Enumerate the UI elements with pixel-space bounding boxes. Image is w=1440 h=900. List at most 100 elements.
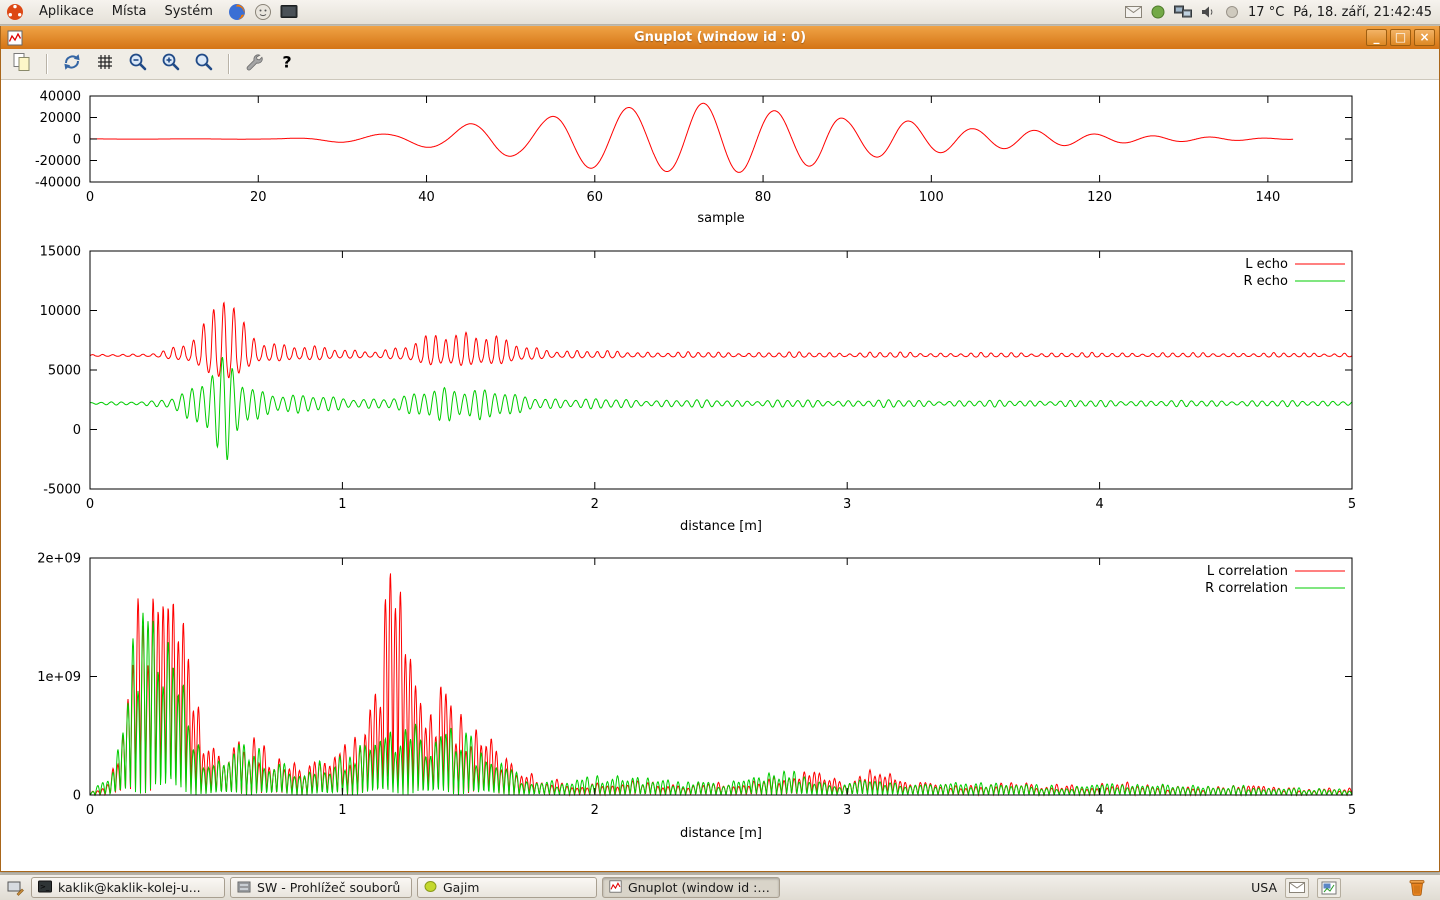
gnuplot-window-icon [7, 30, 23, 46]
x-tick-label: 40 [418, 190, 435, 205]
legend: L echoR echo [1243, 257, 1345, 289]
gajim-icon [424, 880, 437, 896]
x-tick-label: 2 [591, 803, 599, 818]
help-icon: ? [276, 51, 298, 77]
menu-system[interactable]: Systém [155, 0, 221, 25]
chart-echo[interactable]: 012345-5000050001000015000distance [m]L … [1, 238, 1439, 544]
window-controls: _ □ × [1366, 29, 1435, 46]
mail-tray-icon[interactable] [1285, 878, 1309, 898]
previous-zoom-button[interactable] [125, 51, 151, 77]
y-tick-label: -40000 [35, 176, 81, 191]
zoom-out-magnifier-icon [127, 51, 149, 77]
close-button[interactable]: × [1414, 29, 1435, 46]
next-zoom-button[interactable] [158, 51, 184, 77]
x-tick-label: 80 [755, 190, 772, 205]
plot-canvas[interactable]: 020406080100120140-40000-200000200004000… [1, 80, 1439, 871]
task-label: kaklik@kaklik-kolej-u... [58, 880, 201, 895]
keyboard-layout-label[interactable]: USA [1251, 880, 1277, 895]
svg-text:>_: >_ [40, 883, 50, 891]
gnuplot-icon [609, 880, 622, 896]
firefox-launcher-icon[interactable] [228, 3, 246, 21]
maximize-button[interactable]: □ [1390, 29, 1411, 46]
copy-to-clipboard-button[interactable] [9, 51, 35, 77]
x-tick-label: 0 [86, 190, 94, 205]
task-label: SW - Prohlížeč souborů [257, 880, 400, 895]
menu-places[interactable]: Místa [103, 0, 156, 25]
y-tick-label: 0 [73, 789, 81, 804]
file-manager-icon [237, 880, 251, 896]
network-monitors-icon[interactable] [1174, 5, 1192, 19]
task-button-file-browser[interactable]: SW - Prohlížeč souborů [230, 877, 412, 898]
mail-notification-icon[interactable] [1125, 6, 1142, 18]
show-desktop-button[interactable] [5, 880, 26, 896]
series-l-echo [90, 303, 1352, 378]
top-panel: Aplikace Místa Systém 17 °C Pá, 18. září… [0, 0, 1440, 25]
software-update-icon[interactable] [1151, 5, 1165, 19]
legend-label: R correlation [1205, 581, 1288, 596]
x-tick-label: 3 [843, 803, 851, 818]
x-axis-label: sample [697, 211, 744, 226]
task-button-gnuplot[interactable]: Gnuplot (window id : 0) [602, 877, 780, 898]
series-r-correlation [90, 613, 1352, 795]
autoscale-button[interactable] [191, 51, 217, 77]
svg-text:?: ? [282, 53, 291, 72]
y-tick-label: 15000 [40, 245, 81, 260]
chart-sample-waveform[interactable]: 020406080100120140-40000-200000200004000… [1, 86, 1439, 238]
ubuntu-logo-icon[interactable] [0, 3, 30, 21]
series-r-echo [90, 357, 1352, 459]
help-button[interactable]: ? [274, 51, 300, 77]
y-tick-label: 2e+09 [37, 552, 81, 567]
zoom-autoscale-magnifier-icon [193, 51, 215, 77]
configure-button[interactable] [241, 51, 267, 77]
y-tick-label: -5000 [43, 483, 81, 498]
x-tick-label: 100 [919, 190, 944, 205]
task-button-gajim[interactable]: Gajim [417, 877, 597, 898]
x-tick-label: 1 [338, 803, 346, 818]
x-tick-label: 4 [1095, 803, 1103, 818]
x-tick-label: 120 [1087, 190, 1112, 205]
volume-icon[interactable] [1201, 5, 1216, 19]
terminal-icon: >_ [38, 880, 52, 896]
y-tick-label: 0 [73, 423, 81, 438]
y-tick-label: 10000 [40, 304, 81, 319]
weather-icon[interactable] [1225, 5, 1239, 19]
menu-applications[interactable]: Aplikace [30, 0, 103, 25]
y-tick-label: 40000 [40, 90, 81, 105]
zoom-in-magnifier-icon [160, 51, 182, 77]
legend: L correlation R correlation [1205, 564, 1345, 596]
terminal-launcher-icon[interactable] [280, 4, 298, 20]
grid-icon [94, 51, 116, 77]
legend-label: R echo [1243, 274, 1288, 289]
x-tick-label: 5 [1348, 497, 1356, 512]
y-tick-label: 0 [73, 133, 81, 148]
x-tick-label: 20 [250, 190, 267, 205]
toggle-grid-button[interactable] [92, 51, 118, 77]
toolbar-separator [46, 54, 48, 74]
x-tick-label: 1 [338, 497, 346, 512]
wrench-icon [243, 51, 265, 77]
minimize-button[interactable]: _ [1366, 29, 1387, 46]
titlebar[interactable]: Gnuplot (window id : 0) _ □ × [1, 26, 1439, 49]
x-tick-label: 0 [86, 803, 94, 818]
window-list-icon[interactable] [1317, 878, 1341, 898]
y-tick-label: 20000 [40, 111, 81, 126]
chart-correlation[interactable]: 01234501e+092e+09distance [m]L correlati… [1, 544, 1439, 856]
help-launcher-icon[interactable] [254, 3, 272, 21]
clock-label[interactable]: Pá, 18. září, 21:42:45 [1293, 5, 1432, 20]
series-line0 [90, 103, 1293, 172]
axes: 020406080100120140-40000-200000200004000… [35, 90, 1352, 206]
task-label: Gnuplot (window id : 0) [628, 880, 773, 895]
toolbar-separator [228, 54, 230, 74]
x-tick-label: 5 [1348, 803, 1356, 818]
x-tick-label: 140 [1255, 190, 1280, 205]
x-tick-label: 0 [86, 497, 94, 512]
axes: 012345-5000050001000015000 [40, 245, 1357, 513]
trash-icon[interactable] [1407, 878, 1431, 897]
task-button-terminal[interactable]: >_ kaklik@kaklik-kolej-u... [31, 877, 225, 898]
x-tick-label: 3 [843, 497, 851, 512]
panel-indicators: 17 °C Pá, 18. září, 21:42:45 [1125, 5, 1440, 20]
replot-button[interactable] [59, 51, 85, 77]
legend-label: L correlation [1207, 564, 1288, 579]
refresh-icon [61, 51, 83, 77]
toolbar: ? [1, 49, 1439, 80]
